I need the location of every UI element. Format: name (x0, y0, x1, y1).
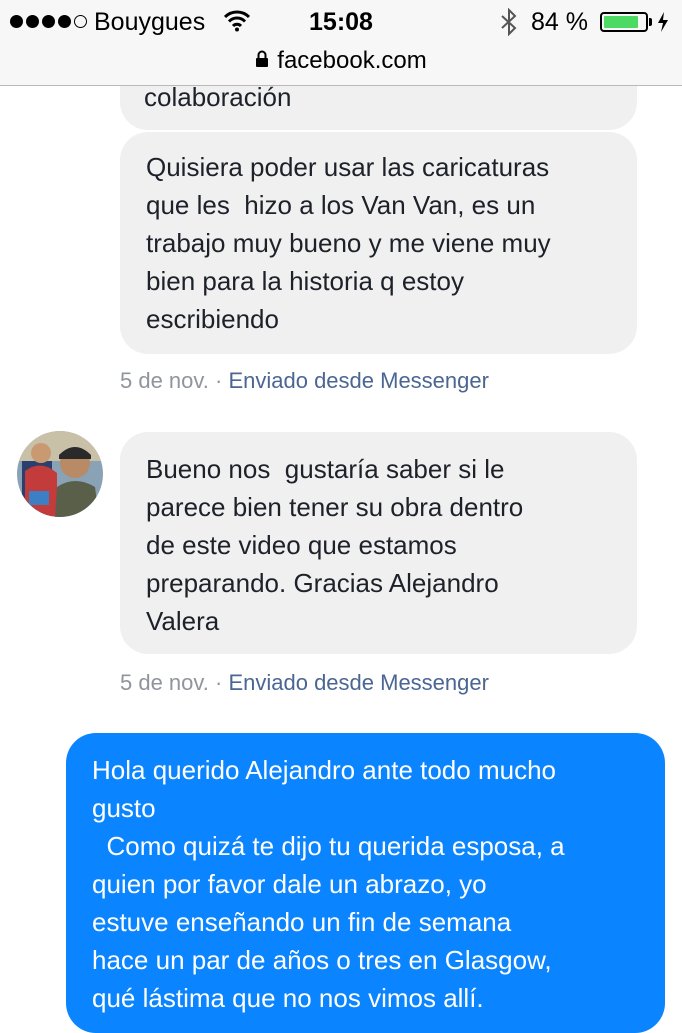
battery-level-fill (604, 16, 638, 28)
message-meta: 5 de nov. · Enviado desde Messenger (120, 670, 489, 695)
address-bar[interactable]: facebook.com (0, 44, 682, 78)
message-bubble-incoming[interactable]: Bueno nos gustaría saber si le parece bi… (120, 432, 637, 654)
sent-from-messenger-link[interactable]: Enviado desde Messenger (228, 368, 489, 393)
battery-percent: 84 % (531, 8, 588, 36)
url-text: facebook.com (277, 47, 427, 74)
charging-icon (657, 12, 669, 37)
message-bubble-outgoing[interactable]: Hola querido Alejandro ante todo mucho g… (66, 733, 665, 1033)
message-text: Quisiera poder usar las caricaturas que … (146, 152, 551, 334)
status-bar: Bouygues 15:08 84 % (0, 0, 682, 44)
message-text: Hola querido Alejandro ante todo mucho g… (92, 755, 565, 1013)
bluetooth-icon (500, 7, 518, 41)
message-meta: 5 de nov. · Enviado desde Messenger (120, 368, 489, 393)
browser-top-bar: Bouygues 15:08 84 % facebook.com (0, 0, 682, 86)
lock-icon (255, 50, 269, 73)
message-bubble-incoming[interactable]: Quisiera poder usar las caricaturas que … (120, 132, 637, 354)
message-text: Bueno nos gustaría saber si le parece bi… (146, 454, 524, 636)
avatar[interactable] (17, 431, 103, 517)
message-date: 5 de nov. (120, 670, 209, 695)
battery-icon (600, 12, 648, 32)
battery-tip (649, 18, 652, 26)
message-date: 5 de nov. (120, 368, 209, 393)
sent-from-messenger-link[interactable]: Enviado desde Messenger (228, 670, 489, 695)
